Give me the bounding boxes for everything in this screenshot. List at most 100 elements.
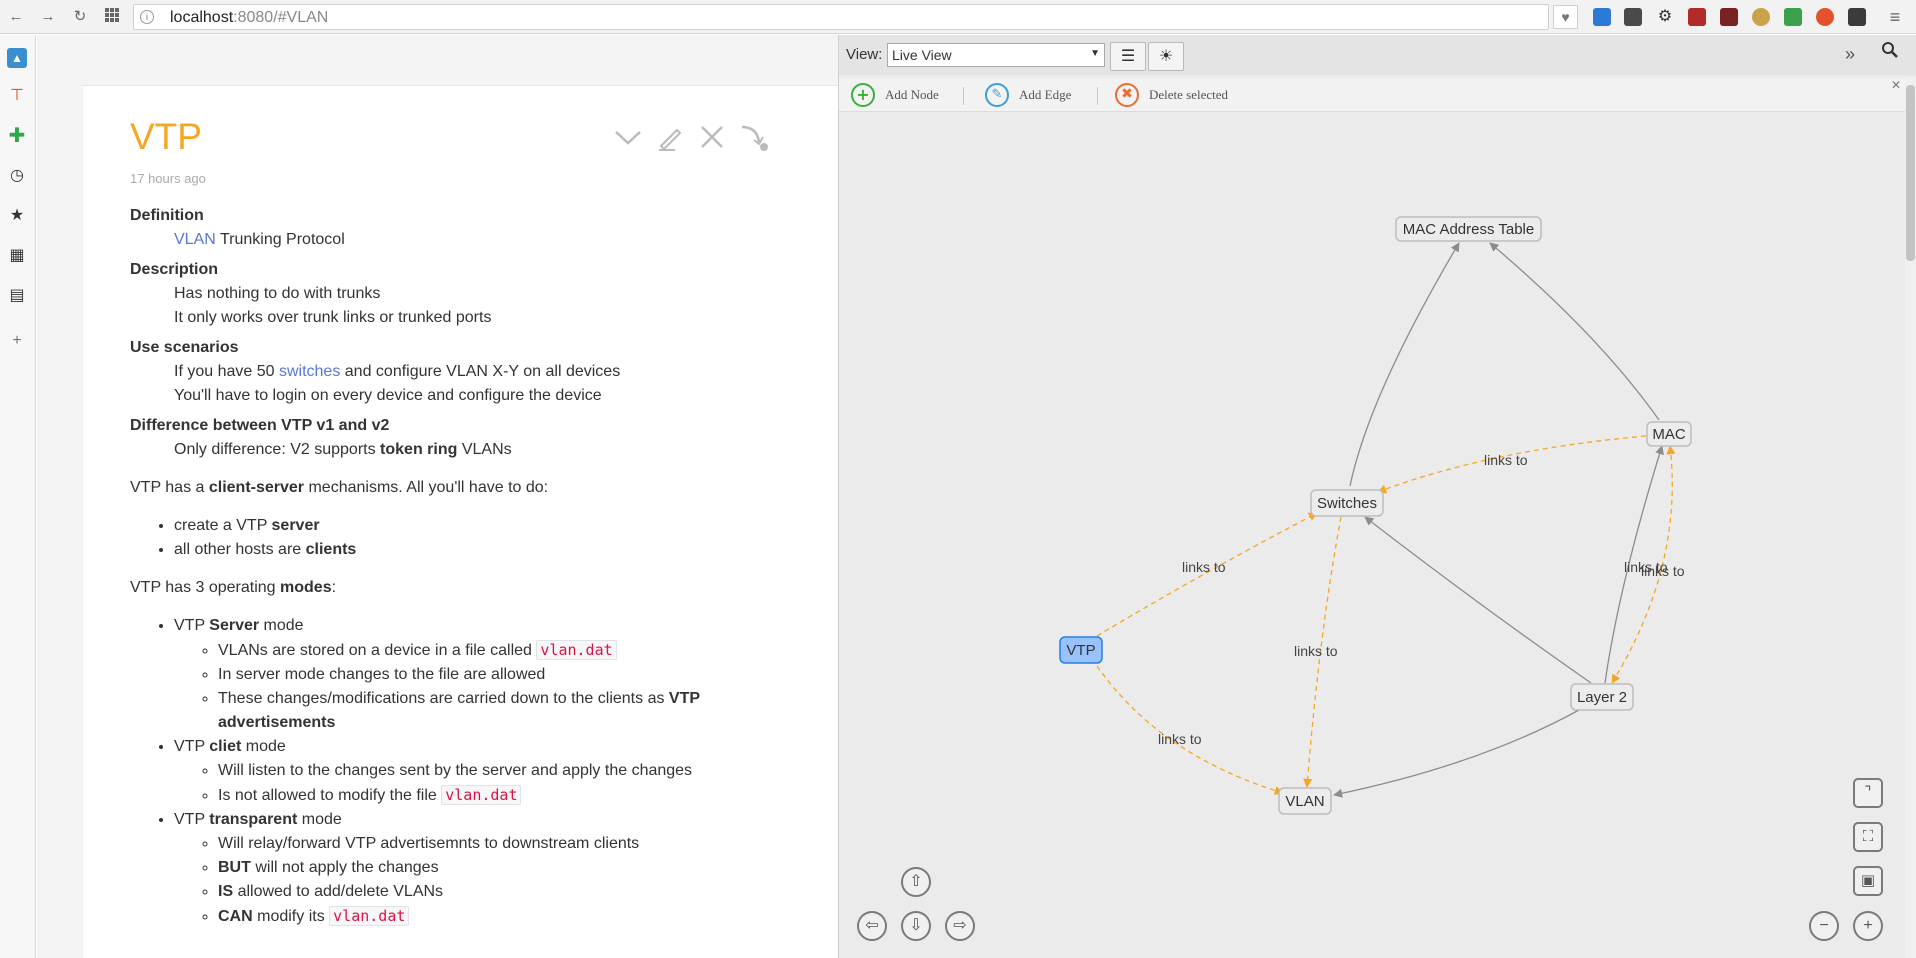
- list-icon[interactable]: ▤: [7, 286, 27, 306]
- transparent-4-post: modify its: [252, 908, 330, 925]
- para1-pre: VTP has a: [130, 479, 209, 496]
- server-3-pre: These changes/modifications are carried …: [218, 690, 669, 707]
- graph-node[interactable]: VLAN: [1278, 787, 1332, 815]
- code-vlan-dat: vlan.dat: [536, 640, 617, 660]
- info-icon[interactable]: i: [140, 10, 154, 24]
- home-icon[interactable]: [1784, 8, 1802, 26]
- mail-badge-icon[interactable]: [1688, 8, 1706, 26]
- graph-node-label: Layer 2: [1577, 689, 1627, 706]
- reload-icon[interactable]: ↻: [70, 7, 90, 27]
- paragraph-modes: VTP has 3 operating modes:: [130, 576, 750, 600]
- pan-up-icon[interactable]: ⇧: [901, 867, 931, 897]
- edge-mac-mac-table[interactable]: [1489, 242, 1660, 421]
- para1-bold: client-server: [208, 479, 305, 496]
- difference-value: Only difference: V2 supports token ring …: [174, 438, 750, 462]
- graph-node-label: MAC Address Table: [1403, 221, 1534, 238]
- close-others-icon[interactable]: [739, 122, 769, 152]
- extension-arrow-icon[interactable]: [1593, 8, 1611, 26]
- list-item: VLANs are stored on a device in a file c…: [218, 638, 750, 663]
- scrollbar-thumb[interactable]: [1906, 85, 1915, 261]
- graph-node-label: VTP: [1066, 642, 1095, 659]
- list-item: BUT will not apply the changes: [218, 856, 750, 880]
- filter-icon[interactable]: ⊤: [7, 86, 27, 106]
- use-line-1-pre: If you have 50: [174, 363, 279, 380]
- link-switches[interactable]: switches: [279, 363, 340, 380]
- menu-icon[interactable]: ≡: [1885, 7, 1905, 27]
- graph-pane: View: Live View ▼ ☰ ☀ » + Add Node ✎ Add…: [838, 35, 1916, 958]
- edge-layer2-switches[interactable]: [1364, 516, 1592, 684]
- star-icon[interactable]: ★: [7, 206, 27, 226]
- paragraph-client-server: VTP has a client-server mechanisms. All …: [130, 476, 750, 500]
- diff-bold: token ring: [380, 441, 458, 458]
- heart-icon[interactable]: ♥: [1553, 5, 1578, 29]
- chrome-circle-icon[interactable]: [1816, 8, 1834, 26]
- description-line-2: It only works over trunk links or trunke…: [174, 309, 492, 326]
- graph-node-label: VLAN: [1285, 793, 1324, 810]
- graph-node[interactable]: MAC Address Table: [1395, 216, 1542, 242]
- graph-node[interactable]: MAC: [1646, 421, 1692, 447]
- edge-switches-mac-table[interactable]: [1349, 242, 1460, 487]
- clock-icon[interactable]: ◷: [7, 166, 27, 186]
- graph-node-selected[interactable]: VTP: [1059, 636, 1103, 664]
- use-line-1-post: and configure VLAN X-Y on all devices: [340, 363, 621, 380]
- graph-node[interactable]: Switches: [1310, 489, 1384, 517]
- forward-icon[interactable]: →: [38, 7, 58, 27]
- list-item: In server mode changes to the file are a…: [218, 663, 750, 687]
- para1-post: mechanisms. All you'll have to do:: [304, 479, 549, 496]
- url-text[interactable]: localhost:8080/#VLAN: [170, 9, 328, 27]
- pan-left-icon[interactable]: ⇦: [857, 911, 887, 941]
- edge-layer2-vlan[interactable]: [1333, 709, 1580, 798]
- edge-vtp-vlan[interactable]: [1096, 665, 1284, 795]
- transparent-pre: VTP: [174, 811, 210, 828]
- edit-pencil-icon[interactable]: [655, 122, 685, 152]
- fit-icon[interactable]: ⌝: [1853, 778, 1883, 808]
- client-post: mode: [241, 738, 286, 755]
- tiddler-body: Definition VLAN Trunking Protocol Descri…: [130, 204, 750, 929]
- bird-icon[interactable]: ▲: [7, 48, 27, 68]
- note-pane: VTP 17 hours ago Definition VLAN Trunkin…: [37, 35, 838, 958]
- list-item: Will listen to the changes sent by the s…: [218, 759, 750, 783]
- zoom-out-icon[interactable]: −: [1809, 911, 1839, 941]
- chevron-down-icon[interactable]: [613, 122, 643, 152]
- modes-list: VTP Server mode VLANs are stored on a de…: [130, 614, 750, 929]
- browser-toolbar: ← → ↻ i localhost:8080/#VLAN ♥ ⚙ ≡: [0, 0, 1916, 34]
- list1-b-bold: clients: [305, 541, 357, 558]
- code-vlan-dat: vlan.dat: [441, 785, 522, 805]
- server-bold: Server: [209, 617, 260, 634]
- tabs-icon[interactable]: [1848, 8, 1866, 26]
- screenshot-icon[interactable]: [1720, 8, 1738, 26]
- list-item: create a VTP server: [174, 514, 750, 538]
- pan-right-icon[interactable]: ⇨: [945, 911, 975, 941]
- list-item: CAN modify its vlan.dat: [218, 904, 750, 929]
- plus-icon[interactable]: +: [7, 331, 27, 351]
- list1-b-pre: all other hosts are: [174, 541, 306, 558]
- definition-value: VLAN Trunking Protocol: [174, 228, 750, 252]
- term-definition: Definition: [130, 207, 204, 224]
- apps-grid-icon[interactable]: [102, 7, 122, 27]
- edge-label: links to: [1182, 559, 1226, 575]
- address-bar[interactable]: i localhost:8080/#VLAN: [133, 4, 1549, 30]
- graph-canvas[interactable]: links to links to links to links to link…: [839, 35, 1904, 958]
- transparent-sublist: Will relay/forward VTP advertisemnts to …: [174, 832, 750, 929]
- transparent-post: mode: [297, 811, 342, 828]
- back-icon[interactable]: ←: [6, 7, 26, 27]
- dashboard-icon[interactable]: ▦: [7, 246, 27, 266]
- close-icon[interactable]: [697, 122, 727, 152]
- term-difference: Difference between VTP v1 and v2: [130, 417, 390, 434]
- noscript-icon[interactable]: [1752, 8, 1770, 26]
- graph-node[interactable]: Layer 2: [1570, 683, 1634, 711]
- todo-list: create a VTP server all other hosts are …: [130, 514, 750, 562]
- zoom-in-icon[interactable]: +: [1853, 911, 1883, 941]
- pocket-icon[interactable]: [1624, 8, 1642, 26]
- client-pre: VTP: [174, 738, 210, 755]
- fullscreen-icon[interactable]: ⛶: [1853, 822, 1883, 852]
- server-pre: VTP: [174, 617, 210, 634]
- list-item: Is not allowed to modify the file vlan.d…: [218, 783, 750, 808]
- gear-icon[interactable]: ⚙: [1656, 8, 1674, 26]
- term-description: Description: [130, 261, 219, 278]
- pan-down-icon[interactable]: ⇩: [901, 911, 931, 941]
- add-icon[interactable]: ✚: [7, 126, 27, 146]
- link-vlan[interactable]: VLAN: [174, 231, 216, 248]
- diff-pre: Only difference: V2 supports: [174, 441, 381, 458]
- center-icon[interactable]: ▣: [1853, 866, 1883, 896]
